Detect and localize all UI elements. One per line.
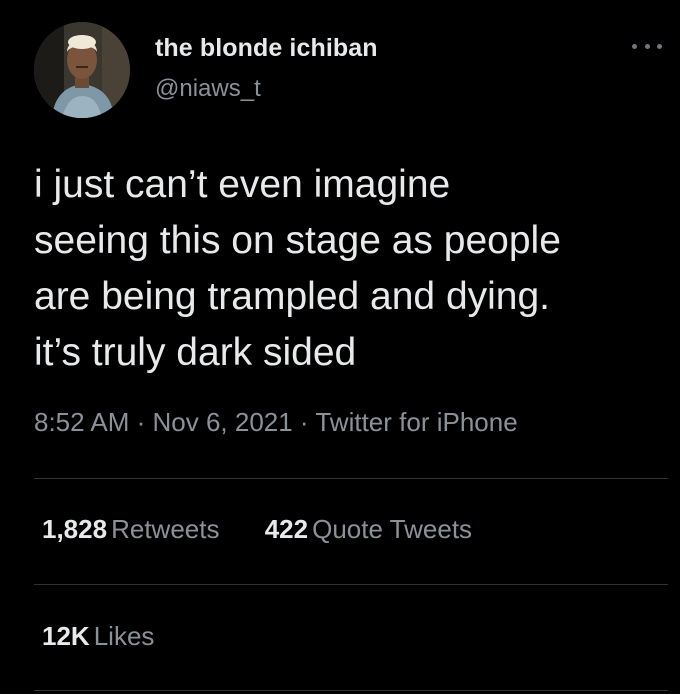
user-handle[interactable]: @niaws_t [155, 75, 261, 103]
divider [34, 690, 668, 691]
likes-count: 12K [42, 621, 90, 651]
retweets-label: Retweets [111, 514, 220, 544]
likes-row: 12K Likes [42, 621, 154, 652]
likes-label: Likes [93, 621, 155, 651]
more-dot [657, 43, 662, 49]
avatar-photo [34, 22, 130, 118]
quote-tweets-count: 422 [264, 514, 309, 544]
divider [34, 478, 668, 479]
likes-stat[interactable]: 12K Likes [42, 621, 154, 652]
tweet-card: the blonde ichiban @niaws_t i just can’t… [0, 0, 680, 694]
tweet-text-line: seeing this on stage as people [34, 219, 561, 262]
tweet-text-line: are being trampled and dying. [34, 275, 551, 318]
retweets-stat[interactable]: 1,828 Retweets [42, 514, 219, 545]
more-dot [632, 43, 637, 49]
quote-tweets-stat[interactable]: 422 Quote Tweets [265, 514, 472, 545]
more-dot [644, 43, 650, 49]
tweet-text-line: i just can’t even imagine [34, 163, 451, 206]
divider [34, 584, 668, 585]
tweet-text-line: it’s truly dark sided [34, 331, 357, 374]
retweets-count: 1,828 [42, 514, 108, 544]
tweet-text: i just can’t even imagine seeing this on… [34, 157, 664, 381]
more-horizontal-icon[interactable] [632, 36, 662, 56]
avatar[interactable] [34, 22, 130, 118]
display-name[interactable]: the blonde ichiban [155, 34, 378, 63]
engagement-row: 1,828 Retweets 422 Quote Tweets [42, 514, 472, 545]
tweet-timestamp-source[interactable]: 8:52 AM · Nov 6, 2021 · Twitter for iPho… [34, 407, 518, 438]
quote-tweets-label: Quote Tweets [312, 514, 473, 544]
